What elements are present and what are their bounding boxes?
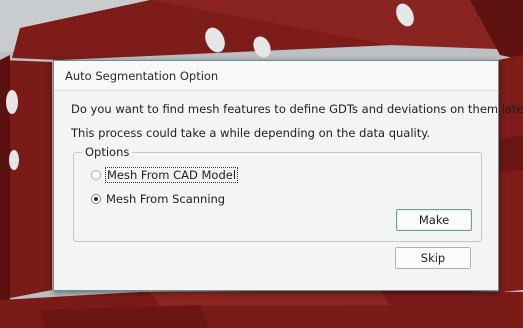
radio-dot-icon (94, 197, 98, 201)
options-group: Options Mesh From CAD Model Mesh From Sc… (73, 145, 482, 242)
option-mesh-from-scanning[interactable]: Mesh From Scanning (91, 191, 225, 207)
skip-button[interactable]: Skip (395, 247, 471, 269)
prompt-line-2: This process could take a while dependin… (71, 126, 431, 140)
option-label[interactable]: Mesh From Scanning (106, 192, 225, 206)
dialog-title-bar[interactable]: Auto Segmentation Option (54, 61, 498, 91)
dialog-title: Auto Segmentation Option (65, 69, 219, 83)
make-button[interactable]: Make (396, 209, 472, 231)
option-mesh-from-cad-model[interactable]: Mesh From CAD Model (91, 167, 239, 183)
radio-checked-icon[interactable] (91, 194, 101, 204)
option-label[interactable]: Mesh From CAD Model (104, 167, 239, 183)
radio-unchecked-icon[interactable] (91, 170, 101, 180)
prompt-line-1: Do you want to find mesh features to def… (71, 102, 523, 116)
auto-segmentation-dialog: Auto Segmentation Option Do you want to … (53, 60, 523, 291)
options-group-label: Options (82, 145, 133, 159)
